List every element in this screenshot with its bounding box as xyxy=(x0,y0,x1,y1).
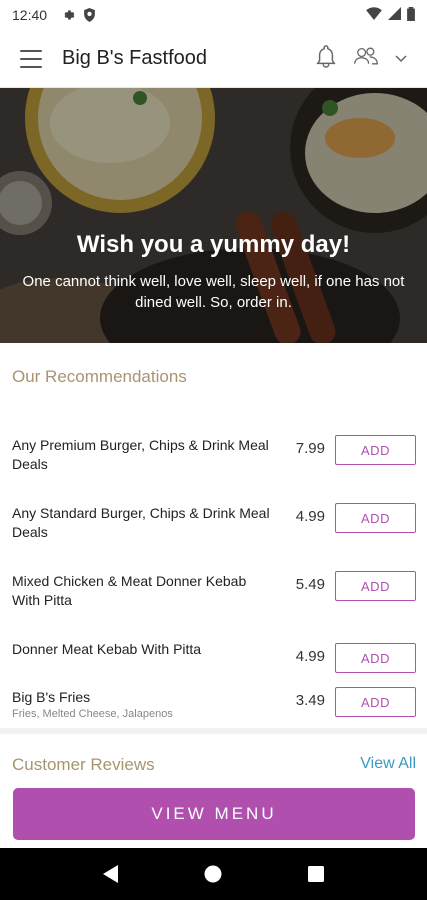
view-all-link[interactable]: View All xyxy=(360,755,416,773)
list-item: Mixed Chicken & Meat Donner Kebab With P… xyxy=(0,556,427,614)
app-title: Big B's Fastfood xyxy=(62,47,207,69)
users-icon[interactable] xyxy=(353,46,379,71)
bell-icon[interactable] xyxy=(315,44,337,73)
item-name: Mixed Chicken & Meat Donner Kebab With P… xyxy=(12,573,247,608)
item-price: 4.99 xyxy=(295,648,325,665)
list-item: Any Premium Burger, Chips & Drink Meal D… xyxy=(0,420,427,478)
item-description: Fries, Melted Cheese, Jalapenos xyxy=(12,708,173,720)
home-icon[interactable] xyxy=(193,854,233,894)
hero-subtext: One cannot think well, love well, sleep … xyxy=(22,273,405,311)
list-item: Any Standard Burger, Chips & Drink Meal … xyxy=(0,488,427,546)
list-item: Big B's Fries Fries, Melted Cheese, Jala… xyxy=(0,672,427,730)
recents-icon[interactable] xyxy=(296,854,336,894)
system-nav-bar xyxy=(0,848,427,900)
battery-icon xyxy=(407,6,415,24)
item-name: Donner Meat Kebab With Pitta xyxy=(12,641,202,657)
chevron-down-icon[interactable] xyxy=(395,50,407,68)
status-time: 12:40 xyxy=(12,7,48,23)
shield-icon xyxy=(83,8,96,22)
hero-heading: Wish you a yummy day! xyxy=(76,231,351,258)
menu-icon[interactable] xyxy=(20,49,42,68)
back-icon[interactable] xyxy=(91,854,131,894)
item-name: Any Standard Burger, Chips & Drink Meal … xyxy=(12,505,270,540)
wifi-icon xyxy=(366,7,382,23)
item-price: 5.49 xyxy=(295,576,325,593)
item-price: 7.99 xyxy=(295,440,325,457)
status-bar: 12:40 xyxy=(0,0,427,30)
item-name: Big B's Fries xyxy=(12,689,91,705)
hero-banner: Wish you a yummy day! One cannot think w… xyxy=(0,88,427,343)
view-menu-button[interactable]: VIEW MENU xyxy=(13,788,415,840)
section-divider xyxy=(0,728,427,734)
add-button[interactable]: ADD xyxy=(335,435,416,465)
reviews-title: Customer Reviews xyxy=(12,755,155,774)
item-price: 4.99 xyxy=(295,508,325,525)
recommendations-title: Our Recommendations xyxy=(12,367,187,386)
item-price: 3.49 xyxy=(295,692,325,709)
signal-icon xyxy=(388,7,401,23)
status-icons xyxy=(366,6,415,24)
add-button[interactable]: ADD xyxy=(335,687,416,717)
add-button[interactable]: ADD xyxy=(335,643,416,673)
app-bar: Big B's Fastfood xyxy=(0,30,427,88)
settings-icon xyxy=(61,8,75,22)
item-name: Any Premium Burger, Chips & Drink Meal D… xyxy=(12,437,269,472)
add-button[interactable]: ADD xyxy=(335,571,416,601)
add-button[interactable]: ADD xyxy=(335,503,416,533)
